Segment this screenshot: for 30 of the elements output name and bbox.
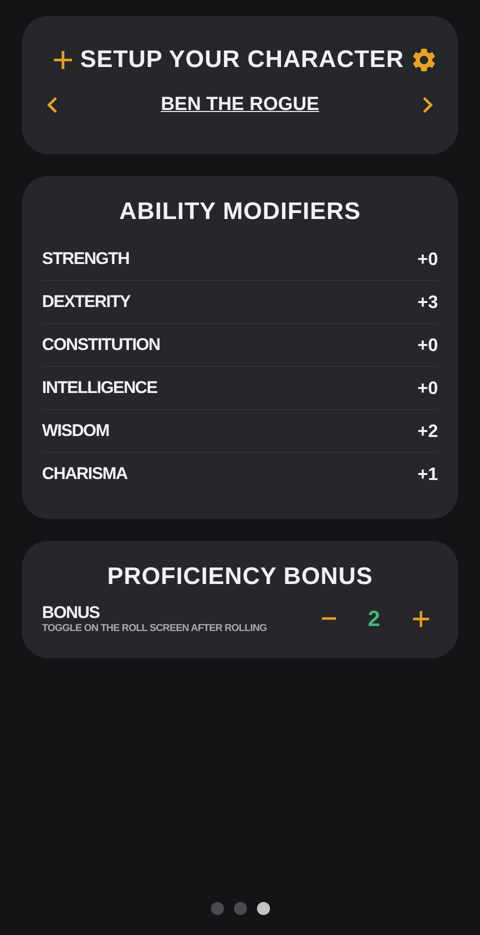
add-button[interactable] [52,49,74,71]
ability-modifier: +2 [417,420,438,442]
chevron-left-icon [46,95,60,115]
section-title: PROFICIENCY BONUS [106,563,374,591]
ability-modifier: +0 [417,334,438,356]
page-indicator-dot[interactable] [256,902,270,915]
increase-button[interactable] [412,610,430,628]
ability-name: INTELLIGENCE [42,378,158,398]
decrease-button[interactable] [322,617,336,620]
ability-name: STRENGTH [42,249,130,269]
ability-modifier: +1 [417,464,438,484]
ability-name: CONSTITUTION [42,335,160,355]
previous-button[interactable] [46,95,60,115]
plus-icon [412,610,430,628]
character-name-link[interactable]: BEN THE ROGUE [160,94,320,116]
page-indicator-dot[interactable] [210,902,224,915]
bonus-label: BONUS [42,603,100,623]
ability-modifier: +0 [417,378,438,398]
page-indicator-dot[interactable] [234,902,246,915]
section-title: ABILITY MODIFIERS [118,198,362,226]
minus-icon [322,617,336,620]
screen-title: SETUP YOUR CHARACTER [80,46,404,74]
ability-modifier: +3 [417,292,438,312]
ability-modifier: +0 [417,248,438,270]
ability-name: WISDOM [42,421,109,441]
plus-icon [52,49,74,71]
bonus-hint: TOGGLE ON THE ROLL SCREEN AFTER ROLLING [42,623,268,634]
ability-name: DEXTERITY [42,292,130,312]
bonus-value: 2 [366,606,382,632]
ability-name: CHARISMA [42,464,128,484]
